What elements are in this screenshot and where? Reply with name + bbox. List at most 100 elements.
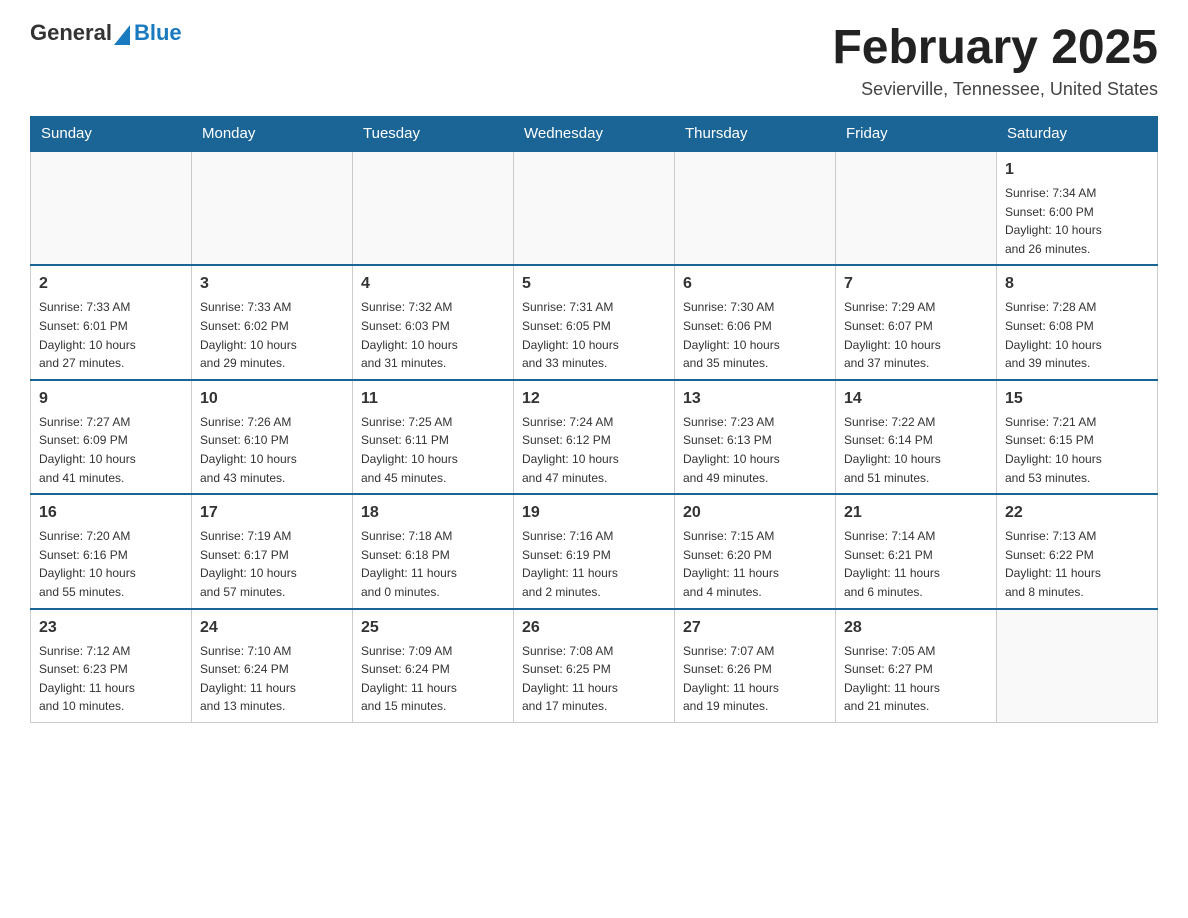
week-row-3: 9Sunrise: 7:27 AM Sunset: 6:09 PM Daylig… [31, 380, 1158, 494]
location-title: Sevierville, Tennessee, United States [832, 79, 1158, 100]
day-number: 14 [844, 387, 988, 411]
day-info: Sunrise: 7:24 AM Sunset: 6:12 PM Dayligh… [522, 413, 666, 487]
day-info: Sunrise: 7:18 AM Sunset: 6:18 PM Dayligh… [361, 527, 505, 601]
day-cell: 25Sunrise: 7:09 AM Sunset: 6:24 PM Dayli… [353, 609, 514, 723]
day-info: Sunrise: 7:10 AM Sunset: 6:24 PM Dayligh… [200, 642, 344, 716]
day-cell: 8Sunrise: 7:28 AM Sunset: 6:08 PM Daylig… [997, 265, 1158, 379]
day-info: Sunrise: 7:29 AM Sunset: 6:07 PM Dayligh… [844, 298, 988, 372]
day-number: 28 [844, 616, 988, 640]
week-row-5: 23Sunrise: 7:12 AM Sunset: 6:23 PM Dayli… [31, 609, 1158, 723]
day-number: 18 [361, 501, 505, 525]
day-cell: 20Sunrise: 7:15 AM Sunset: 6:20 PM Dayli… [675, 494, 836, 608]
day-cell: 26Sunrise: 7:08 AM Sunset: 6:25 PM Dayli… [514, 609, 675, 723]
day-cell [997, 609, 1158, 723]
day-cell [31, 151, 192, 265]
weekday-header-sunday: Sunday [31, 117, 192, 152]
day-number: 11 [361, 387, 505, 411]
day-info: Sunrise: 7:08 AM Sunset: 6:25 PM Dayligh… [522, 642, 666, 716]
logo-text-general: General [30, 20, 112, 45]
day-info: Sunrise: 7:33 AM Sunset: 6:02 PM Dayligh… [200, 298, 344, 372]
day-number: 22 [1005, 501, 1149, 525]
day-info: Sunrise: 7:19 AM Sunset: 6:17 PM Dayligh… [200, 527, 344, 601]
day-info: Sunrise: 7:21 AM Sunset: 6:15 PM Dayligh… [1005, 413, 1149, 487]
day-number: 3 [200, 272, 344, 296]
day-number: 6 [683, 272, 827, 296]
day-cell: 11Sunrise: 7:25 AM Sunset: 6:11 PM Dayli… [353, 380, 514, 494]
day-cell: 14Sunrise: 7:22 AM Sunset: 6:14 PM Dayli… [836, 380, 997, 494]
day-cell: 23Sunrise: 7:12 AM Sunset: 6:23 PM Dayli… [31, 609, 192, 723]
day-info: Sunrise: 7:32 AM Sunset: 6:03 PM Dayligh… [361, 298, 505, 372]
day-number: 27 [683, 616, 827, 640]
title-block: February 2025 Sevierville, Tennessee, Un… [832, 20, 1158, 100]
day-cell: 13Sunrise: 7:23 AM Sunset: 6:13 PM Dayli… [675, 380, 836, 494]
day-info: Sunrise: 7:09 AM Sunset: 6:24 PM Dayligh… [361, 642, 505, 716]
day-info: Sunrise: 7:31 AM Sunset: 6:05 PM Dayligh… [522, 298, 666, 372]
day-cell: 6Sunrise: 7:30 AM Sunset: 6:06 PM Daylig… [675, 265, 836, 379]
month-title: February 2025 [832, 20, 1158, 75]
day-info: Sunrise: 7:13 AM Sunset: 6:22 PM Dayligh… [1005, 527, 1149, 601]
day-number: 12 [522, 387, 666, 411]
day-info: Sunrise: 7:20 AM Sunset: 6:16 PM Dayligh… [39, 527, 183, 601]
day-info: Sunrise: 7:33 AM Sunset: 6:01 PM Dayligh… [39, 298, 183, 372]
weekday-header-saturday: Saturday [997, 117, 1158, 152]
day-cell [675, 151, 836, 265]
week-row-1: 1Sunrise: 7:34 AM Sunset: 6:00 PM Daylig… [31, 151, 1158, 265]
day-cell: 24Sunrise: 7:10 AM Sunset: 6:24 PM Dayli… [192, 609, 353, 723]
day-info: Sunrise: 7:23 AM Sunset: 6:13 PM Dayligh… [683, 413, 827, 487]
day-number: 20 [683, 501, 827, 525]
day-number: 17 [200, 501, 344, 525]
page-header: General Blue February 2025 Sevierville, T… [30, 20, 1158, 100]
day-cell: 27Sunrise: 7:07 AM Sunset: 6:26 PM Dayli… [675, 609, 836, 723]
day-cell: 1Sunrise: 7:34 AM Sunset: 6:00 PM Daylig… [997, 151, 1158, 265]
day-cell: 19Sunrise: 7:16 AM Sunset: 6:19 PM Dayli… [514, 494, 675, 608]
day-number: 19 [522, 501, 666, 525]
weekday-header-thursday: Thursday [675, 117, 836, 152]
day-cell: 22Sunrise: 7:13 AM Sunset: 6:22 PM Dayli… [997, 494, 1158, 608]
day-number: 5 [522, 272, 666, 296]
day-info: Sunrise: 7:25 AM Sunset: 6:11 PM Dayligh… [361, 413, 505, 487]
day-cell [836, 151, 997, 265]
day-info: Sunrise: 7:34 AM Sunset: 6:00 PM Dayligh… [1005, 184, 1149, 258]
day-cell: 3Sunrise: 7:33 AM Sunset: 6:02 PM Daylig… [192, 265, 353, 379]
day-cell: 18Sunrise: 7:18 AM Sunset: 6:18 PM Dayli… [353, 494, 514, 608]
day-cell: 10Sunrise: 7:26 AM Sunset: 6:10 PM Dayli… [192, 380, 353, 494]
day-number: 2 [39, 272, 183, 296]
day-number: 16 [39, 501, 183, 525]
day-cell: 21Sunrise: 7:14 AM Sunset: 6:21 PM Dayli… [836, 494, 997, 608]
day-number: 4 [361, 272, 505, 296]
day-number: 8 [1005, 272, 1149, 296]
day-cell: 9Sunrise: 7:27 AM Sunset: 6:09 PM Daylig… [31, 380, 192, 494]
day-number: 25 [361, 616, 505, 640]
day-cell: 16Sunrise: 7:20 AM Sunset: 6:16 PM Dayli… [31, 494, 192, 608]
weekday-header-row: SundayMondayTuesdayWednesdayThursdayFrid… [31, 117, 1158, 152]
day-cell: 4Sunrise: 7:32 AM Sunset: 6:03 PM Daylig… [353, 265, 514, 379]
weekday-header-friday: Friday [836, 117, 997, 152]
weekday-header-wednesday: Wednesday [514, 117, 675, 152]
day-info: Sunrise: 7:28 AM Sunset: 6:08 PM Dayligh… [1005, 298, 1149, 372]
day-cell: 12Sunrise: 7:24 AM Sunset: 6:12 PM Dayli… [514, 380, 675, 494]
day-cell: 28Sunrise: 7:05 AM Sunset: 6:27 PM Dayli… [836, 609, 997, 723]
logo-triangle-icon [114, 25, 130, 45]
day-info: Sunrise: 7:26 AM Sunset: 6:10 PM Dayligh… [200, 413, 344, 487]
day-info: Sunrise: 7:07 AM Sunset: 6:26 PM Dayligh… [683, 642, 827, 716]
day-number: 15 [1005, 387, 1149, 411]
day-cell: 15Sunrise: 7:21 AM Sunset: 6:15 PM Dayli… [997, 380, 1158, 494]
day-number: 24 [200, 616, 344, 640]
day-info: Sunrise: 7:30 AM Sunset: 6:06 PM Dayligh… [683, 298, 827, 372]
day-number: 1 [1005, 158, 1149, 182]
day-info: Sunrise: 7:16 AM Sunset: 6:19 PM Dayligh… [522, 527, 666, 601]
day-cell [514, 151, 675, 265]
day-number: 23 [39, 616, 183, 640]
day-cell: 17Sunrise: 7:19 AM Sunset: 6:17 PM Dayli… [192, 494, 353, 608]
day-info: Sunrise: 7:14 AM Sunset: 6:21 PM Dayligh… [844, 527, 988, 601]
day-info: Sunrise: 7:12 AM Sunset: 6:23 PM Dayligh… [39, 642, 183, 716]
day-number: 26 [522, 616, 666, 640]
logo-text-blue: Blue [134, 20, 182, 45]
day-info: Sunrise: 7:05 AM Sunset: 6:27 PM Dayligh… [844, 642, 988, 716]
day-cell: 7Sunrise: 7:29 AM Sunset: 6:07 PM Daylig… [836, 265, 997, 379]
day-number: 13 [683, 387, 827, 411]
day-cell: 2Sunrise: 7:33 AM Sunset: 6:01 PM Daylig… [31, 265, 192, 379]
day-cell: 5Sunrise: 7:31 AM Sunset: 6:05 PM Daylig… [514, 265, 675, 379]
day-number: 9 [39, 387, 183, 411]
day-cell [192, 151, 353, 265]
